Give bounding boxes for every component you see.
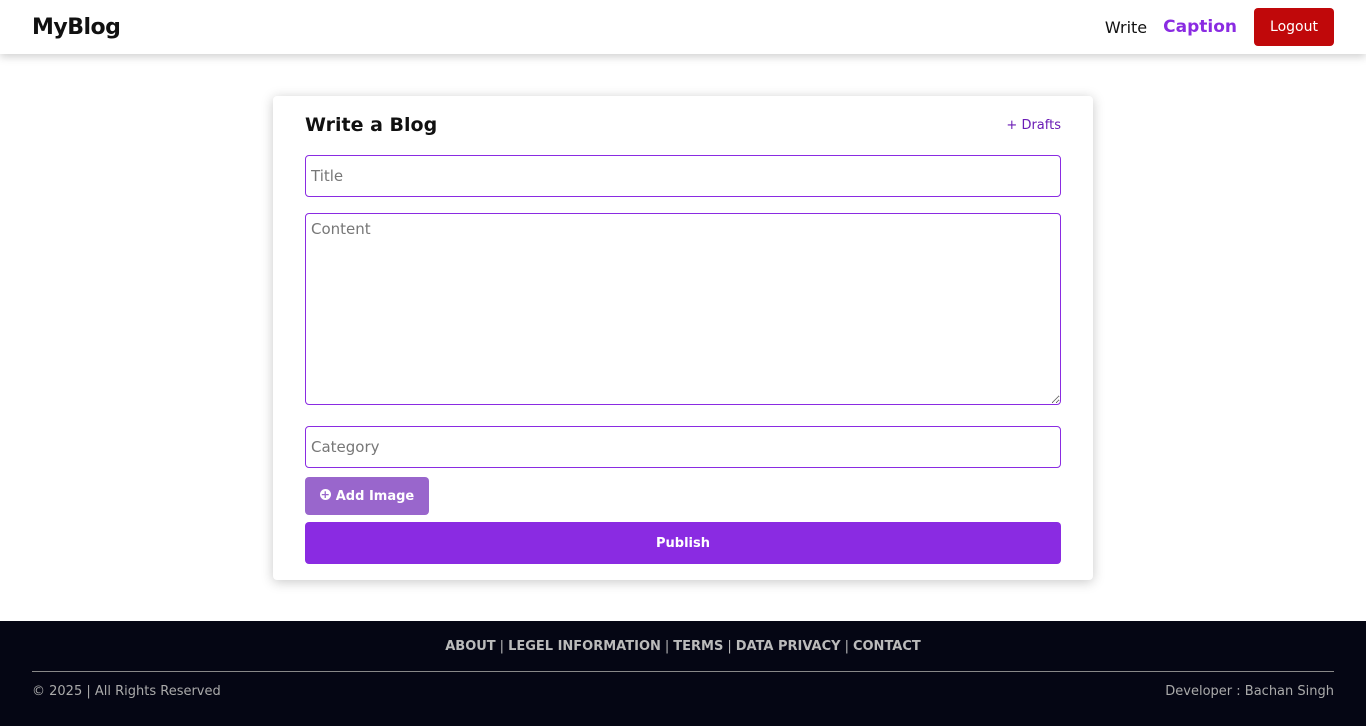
publish-button[interactable]: Publish xyxy=(305,522,1061,564)
page-title: Write a Blog xyxy=(305,114,438,136)
nav-link-caption[interactable]: Caption xyxy=(1163,17,1237,37)
add-image-label: Add Image xyxy=(335,488,415,504)
brand-logo[interactable]: MyBlog xyxy=(32,15,121,40)
footer-link-legal[interactable]: LEGEL INFORMATION xyxy=(508,639,661,654)
copyright-text: © 2025 | All Rights Reserved xyxy=(32,684,221,699)
drafts-link[interactable]: + Drafts xyxy=(1006,118,1061,133)
nav-link-write[interactable]: Write xyxy=(1105,18,1147,37)
category-input[interactable] xyxy=(305,426,1061,468)
footer-divider xyxy=(32,671,1334,672)
page-footer: ABOUT | LEGEL INFORMATION | TERMS | DATA PRIVA… xyxy=(0,621,1366,726)
write-blog-card: Write a Blog + Drafts + Add Image Publis… xyxy=(273,96,1093,580)
title-input[interactable] xyxy=(305,155,1061,197)
plus-circle-icon: + xyxy=(319,487,331,501)
content-textarea[interactable] xyxy=(305,213,1061,405)
footer-separator: | xyxy=(844,639,849,654)
footer-link-about[interactable]: ABOUT xyxy=(445,639,495,654)
footer-separator: | xyxy=(664,639,670,654)
footer-link-terms[interactable]: TERMS xyxy=(673,639,723,654)
footer-link-privacy[interactable]: DATA PRIVACY xyxy=(736,639,841,654)
logout-button[interactable]: Logout xyxy=(1254,8,1334,46)
nav-menu: Write Caption Logout xyxy=(1105,8,1334,46)
top-navbar: MyBlog Write Caption Logout xyxy=(0,0,1366,54)
developer-credit: Developer : Bachan Singh xyxy=(1165,684,1334,699)
footer-links: ABOUT | LEGEL INFORMATION | TERMS | DATA PRIVA… xyxy=(0,639,1366,654)
footer-separator: | xyxy=(499,639,505,654)
footer-link-contact[interactable]: CONTACT xyxy=(853,639,921,654)
add-image-button[interactable]: + Add Image xyxy=(305,477,429,515)
footer-separator: | xyxy=(727,639,732,654)
